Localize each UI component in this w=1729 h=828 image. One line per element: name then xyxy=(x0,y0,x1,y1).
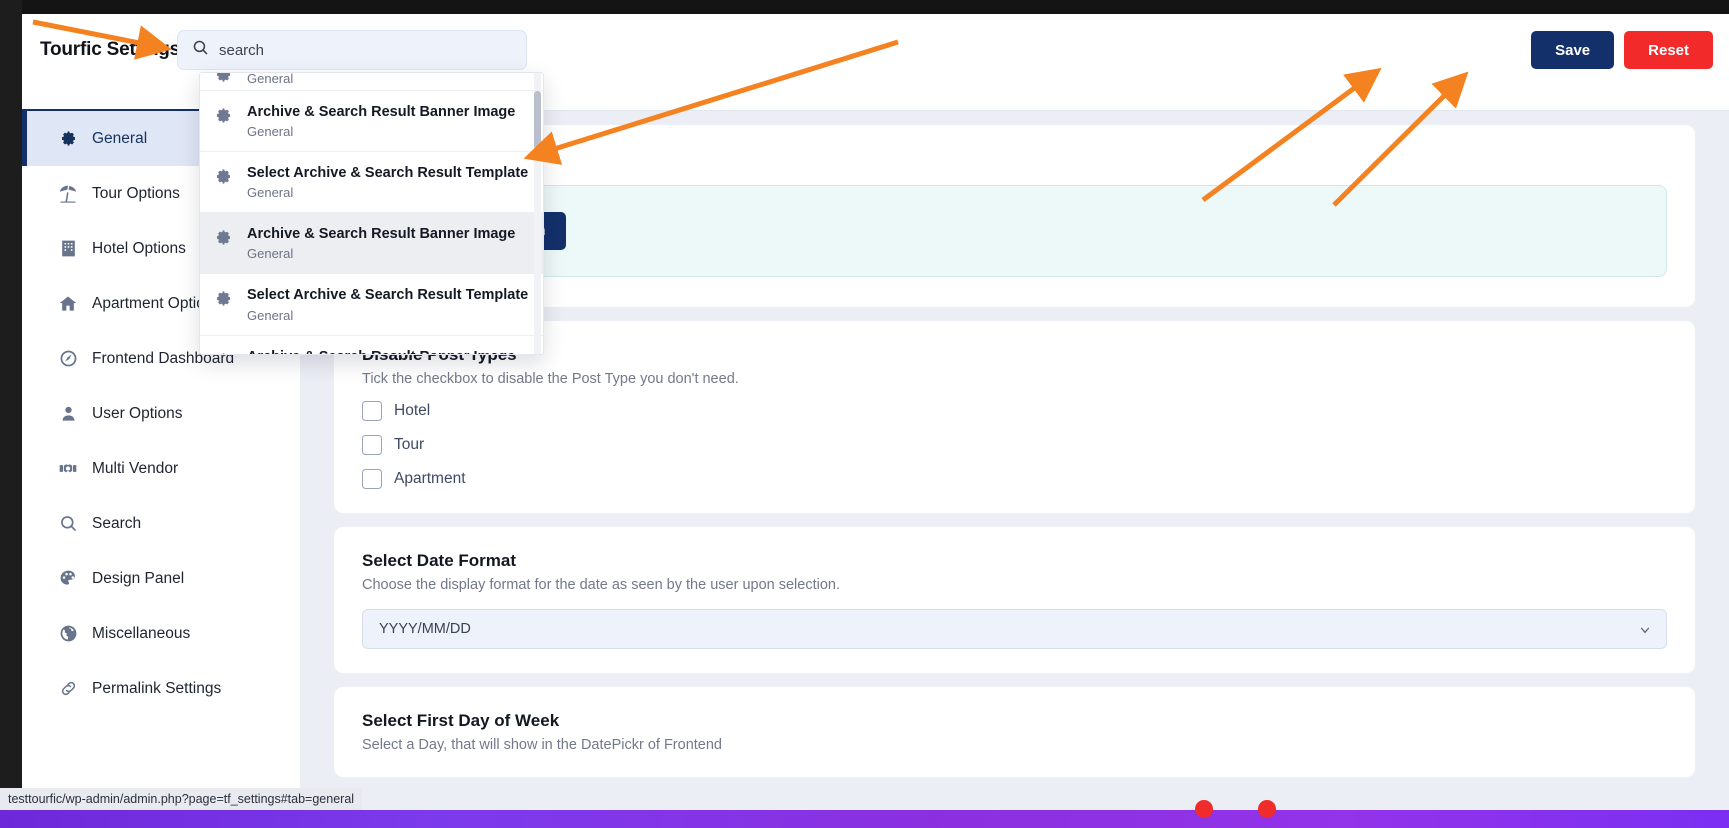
gear-icon xyxy=(214,73,233,89)
search-result-item[interactable]: Archive & Search Result Banner ImageGene… xyxy=(200,336,543,355)
reset-button[interactable]: Reset xyxy=(1624,31,1713,69)
sidebar-item-label: Miscellaneous xyxy=(92,624,191,642)
search-results-list: General Archive & Search Result Banner Im… xyxy=(200,73,543,354)
tourfic-settings-app: Tourfic Settings Save Reset xyxy=(22,14,1729,812)
status-bar: testtourfic/wp-admin/admin.php?page=tf_s… xyxy=(0,788,363,810)
date-format-title: Select Date Format xyxy=(362,551,516,570)
page-title: Tourfic Settings xyxy=(40,39,181,60)
chevron-down-icon xyxy=(1638,623,1652,641)
search-result-item[interactable]: Select Archive & Search Result Template G… xyxy=(200,152,543,214)
post-type-options: Hotel Tour Apartment xyxy=(362,401,1667,489)
taskbar-dot-1 xyxy=(1195,800,1213,818)
intro-description: eral settings for Tourfic. xyxy=(362,151,1667,167)
handshake-icon xyxy=(58,459,78,479)
gear-icon xyxy=(214,351,233,354)
settings-search xyxy=(177,30,527,70)
date-format-subtitle: Choose the display format for the date a… xyxy=(362,577,840,593)
taskbar-band xyxy=(0,800,1729,828)
sidebar-item-search[interactable]: Search xyxy=(22,496,300,551)
disable-post-types-title: Disable Post Types xyxy=(362,345,1667,365)
search-result-title: Archive & Search Result Banner Image xyxy=(247,104,516,120)
date-format-select[interactable]: YYYY/MM/DD xyxy=(362,609,1667,649)
sidebar-item-user-options[interactable]: User Options xyxy=(22,386,300,441)
browser-left-rail xyxy=(0,0,22,812)
sidebar-item-label: General xyxy=(92,129,148,147)
post-type-option-tour[interactable]: Tour xyxy=(362,435,1667,455)
search-result-sub: General xyxy=(247,73,294,86)
search-result-sub: General xyxy=(247,246,294,262)
sidebar-item-design-panel[interactable]: Design Panel xyxy=(22,551,300,606)
search-result-title: Archive & Search Result Banner Image xyxy=(247,348,515,355)
search-icon xyxy=(58,514,78,534)
search-box[interactable] xyxy=(177,30,527,70)
search-icon xyxy=(192,39,209,61)
gear-icon xyxy=(214,289,233,313)
search-result-item[interactable]: Select Archive & Search Result Template G… xyxy=(200,274,543,336)
checkbox[interactable] xyxy=(362,401,382,421)
gear-icon xyxy=(214,167,233,191)
search-result-sub: General xyxy=(247,124,294,140)
hotel-building-icon xyxy=(58,239,78,259)
search-result-title: Archive & Search Result Banner Image xyxy=(247,226,516,243)
search-result-item[interactable]: Archive & Search Result Banner Image Gene… xyxy=(200,91,543,153)
search-result-item-partial[interactable]: General xyxy=(200,73,543,91)
first-day-of-week-title: Select First Day of Week xyxy=(362,711,560,730)
search-result-title: Select Archive & Search Result Template xyxy=(247,287,529,304)
sidebar-item-label: User Options xyxy=(92,404,183,422)
sidebar-item-permalink-settings[interactable]: Permalink Settings xyxy=(22,661,300,716)
date-format-card: Select Date Format Choose the display fo… xyxy=(334,527,1695,673)
sidebar-item-label: Design Panel xyxy=(92,569,185,587)
beach-umbrella-icon xyxy=(58,184,78,204)
sidebar-item-miscellaneous[interactable]: Miscellaneous xyxy=(22,606,300,661)
sidebar-item-label: Search xyxy=(92,514,142,532)
taskbar-dot-2 xyxy=(1258,800,1276,818)
search-result-title: Select Archive & Search Result Template xyxy=(247,165,529,182)
dashboard-gauge-icon xyxy=(58,349,78,369)
header-actions: Save Reset xyxy=(1531,31,1713,69)
post-type-option-apartment[interactable]: Apartment xyxy=(362,469,1667,489)
checkbox-label: Tour xyxy=(394,436,425,453)
checkbox[interactable] xyxy=(362,469,382,489)
sidebar-item-label: Tour Options xyxy=(92,184,180,202)
checkbox-label: Apartment xyxy=(394,470,466,487)
globe-icon xyxy=(58,624,78,644)
checkbox-label: Hotel xyxy=(394,402,431,419)
documentation-box: ead Documentation xyxy=(362,185,1667,277)
home-icon xyxy=(58,294,78,314)
sidebar-item-multi-vendor[interactable]: Multi Vendor xyxy=(22,441,300,496)
first-day-of-week-card: Select First Day of Week Select a Day, t… xyxy=(334,687,1695,777)
save-button[interactable]: Save xyxy=(1531,31,1615,69)
post-type-option-hotel[interactable]: Hotel xyxy=(362,401,1667,421)
gear-icon xyxy=(214,106,233,130)
search-input[interactable] xyxy=(219,41,512,59)
disable-post-types-subtitle: Tick the checkbox to disable the Post Ty… xyxy=(362,371,739,387)
status-bar-url: testtourfic/wp-admin/admin.php?page=tf_s… xyxy=(8,792,355,806)
screen-root: Tourfic Settings Save Reset xyxy=(0,0,1729,828)
user-icon xyxy=(58,404,78,424)
sidebar-item-label: Hotel Options xyxy=(92,239,186,257)
search-results-dropdown[interactable]: General Archive & Search Result Banner Im… xyxy=(199,72,544,355)
sidebar-item-label: Permalink Settings xyxy=(92,679,222,697)
checkbox[interactable] xyxy=(362,435,382,455)
search-result-sub: General xyxy=(247,307,294,323)
first-day-of-week-subtitle: Select a Day, that will show in the Date… xyxy=(362,737,722,753)
date-format-value: YYYY/MM/DD xyxy=(379,621,471,637)
gear-icon xyxy=(58,129,78,149)
sidebar-item-label: Multi Vendor xyxy=(92,459,179,477)
search-result-item[interactable]: Archive & Search Result Banner Image Gene… xyxy=(200,213,543,275)
gear-icon xyxy=(214,228,233,252)
dropdown-scrollbar-thumb[interactable] xyxy=(534,91,541,149)
link-icon xyxy=(58,679,78,699)
palette-icon xyxy=(58,569,78,589)
search-result-sub: General xyxy=(247,185,294,201)
